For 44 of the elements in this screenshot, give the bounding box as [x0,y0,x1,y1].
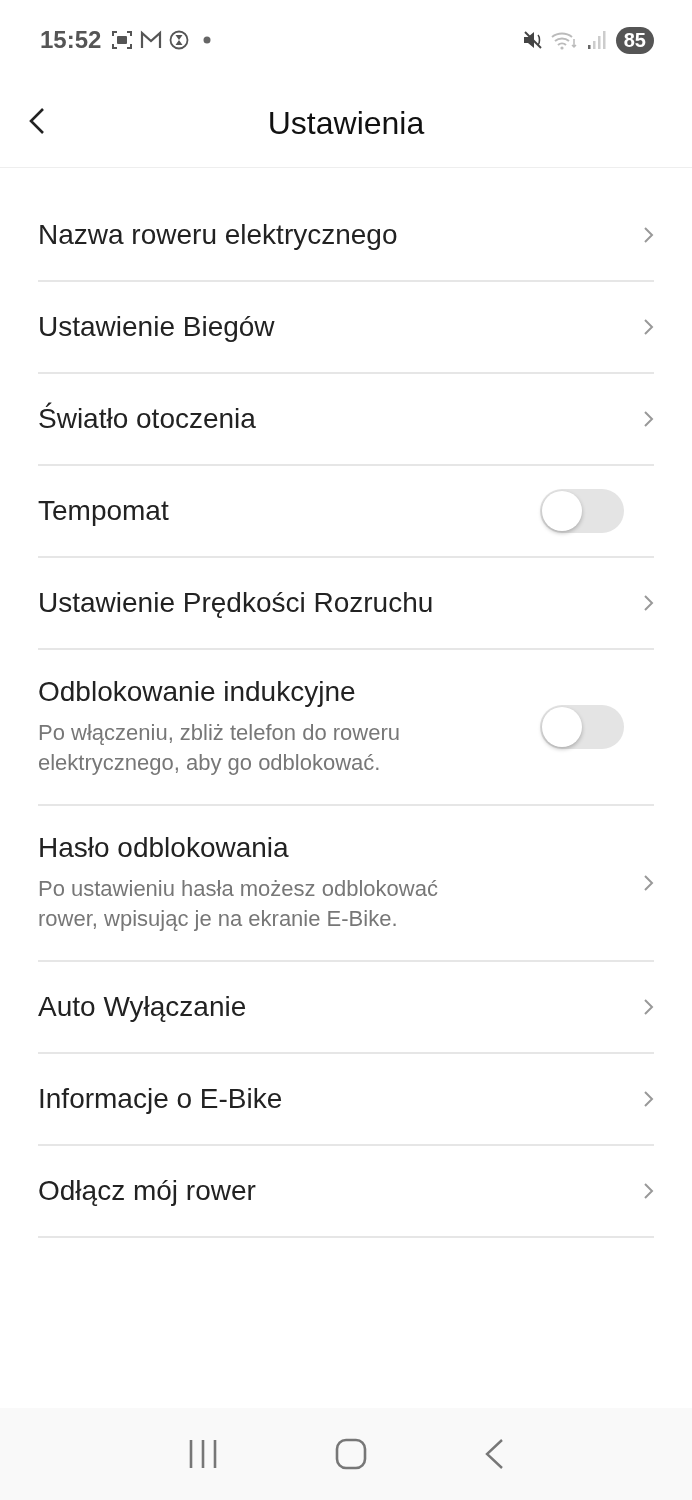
settings-item[interactable]: Światło otoczenia [38,374,654,466]
item-description: Po włączeniu, zbliż telefon do roweru elektrycznego, aby go odblokować. [38,719,401,777]
chevron-icon [643,226,654,244]
recent-apps-icon[interactable] [188,1439,219,1469]
item-label: Ustawienie Prędkości Rozruchu [38,587,435,619]
battery-level: 85 [615,26,654,54]
timer-icon [169,30,190,50]
settings-item[interactable]: Odblokowanie indukcyjne Po włączeniu, zbliż telefon do roweru elektrycznego, aby go odblokować. [38,650,654,806]
settings-item[interactable]: Hasło odblokowania Po ustawieniu hasła możesz odblokować rower, wpisując je na ekranie E-Bike. [38,806,654,962]
item-label: Odłącz mój rower [38,1175,257,1207]
back-icon[interactable] [28,106,46,136]
item-label: Światło otoczenia [38,403,257,435]
settings-item[interactable]: Odłącz mój rower [38,1146,654,1238]
item-label: Nazwa roweru elektrycznego [38,219,399,251]
screenshot-icon [111,30,134,50]
item-label: Auto Wyłączanie [38,991,248,1023]
item-description: Po ustawieniu hasła możesz odblokować rower, wpisując je na ekranie E-Bike. [38,875,439,933]
status-time: 15:52 [40,26,102,54]
toggle-switch[interactable] [540,705,624,749]
item-label: Tempomat [38,495,170,527]
toggle-switch[interactable] [540,489,624,533]
settings-item[interactable]: Auto Wyłączanie [38,962,654,1054]
chevron-icon [643,998,654,1016]
item-label: Hasło odblokowania [38,832,290,864]
chevron-icon [643,874,654,892]
home-icon[interactable] [335,1438,367,1470]
item-label: Odblokowanie indukcyjne [38,676,357,708]
mail-icon [139,30,164,50]
settings-item[interactable]: Informacje o E-Bike [38,1054,654,1146]
chevron-icon [643,318,654,336]
settings-item[interactable]: Ustawienie Prędkości Rozruchu [38,558,654,650]
settings-item[interactable]: Tempomat [38,466,654,558]
item-label: Ustawienie Biegów [38,311,276,343]
chevron-icon [643,1090,654,1108]
settings-item[interactable]: Nazwa roweru elektrycznego [38,190,654,282]
signal-icon [585,30,606,50]
mute-icon [521,30,544,50]
page-title: Ustawienia [267,105,425,142]
chevron-icon [643,1182,654,1200]
chevron-icon [643,594,654,612]
item-label: Informacje o E-Bike [38,1083,284,1115]
settings-item[interactable]: Ustawienie Biegów [38,282,654,374]
notification-dot-icon [203,36,212,44]
chevron-icon [643,410,654,428]
